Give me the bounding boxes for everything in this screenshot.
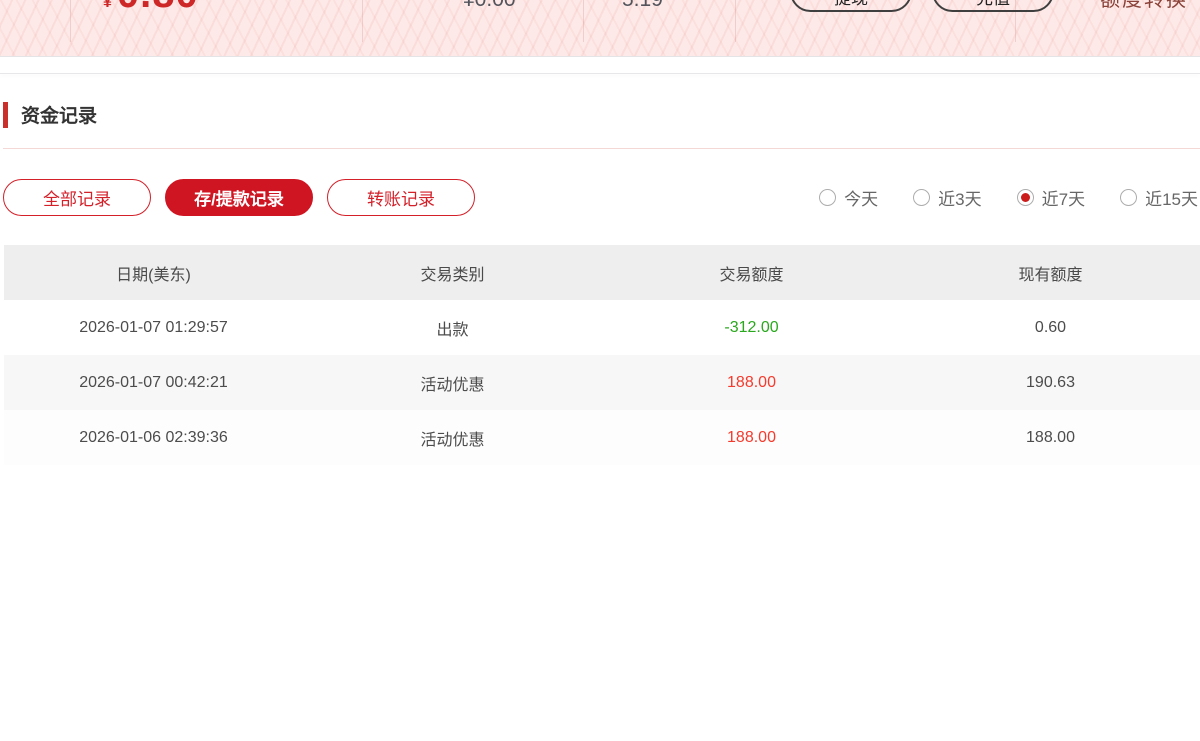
tab-transfer-records[interactable]: 转账记录 (327, 179, 475, 216)
other-balance-value: 5.19 (622, 0, 663, 10)
section-divider (3, 148, 1200, 149)
main-balance-value: 0.80 (117, 0, 199, 14)
col-header-balance: 现有额度 (901, 261, 1200, 285)
wallet-banner: ¥ 0.80 ¥0.00 5.19 提现 充值 额度转换 (0, 0, 1200, 57)
radio-today[interactable]: 今天 (819, 185, 878, 210)
cell-type: 活动优惠 (303, 371, 602, 395)
banner-divider (735, 0, 736, 42)
radio-last-3-days[interactable]: 近3天 (913, 185, 981, 210)
cell-type: 活动优惠 (303, 426, 602, 450)
page-divider (0, 73, 1200, 74)
banner-divider (362, 0, 363, 42)
table-row: 2026-01-07 00:42:21 活动优惠 188.00 190.63 (4, 355, 1200, 410)
radio-circle-icon (819, 189, 836, 206)
date-range-radios: 今天 近3天 近7天 近15天 (784, 185, 1198, 210)
tab-all-records[interactable]: 全部记录 (3, 179, 151, 216)
banner-divider (583, 0, 584, 42)
col-header-date: 日期(美东) (4, 261, 303, 285)
cell-date: 2026-01-06 02:39:36 (4, 429, 303, 447)
main-balance: ¥ 0.80 (103, 0, 199, 14)
col-header-type: 交易类别 (303, 261, 602, 285)
locked-balance-value: ¥0.00 (463, 0, 516, 10)
cell-amount: 188.00 (602, 429, 901, 447)
cell-balance: 0.60 (901, 319, 1200, 337)
deposit-button[interactable]: 充值 (932, 0, 1054, 12)
radio-circle-icon (913, 189, 930, 206)
withdraw-button[interactable]: 提现 (790, 0, 912, 12)
radio-last-7-days[interactable]: 近7天 (1017, 185, 1085, 210)
cell-balance: 190.63 (901, 374, 1200, 392)
table-header-row: 日期(美东) 交易类别 交易额度 现有额度 (4, 245, 1200, 300)
filter-row: 全部记录 存/提款记录 转账记录 今天 近3天 近7天 近15天 (3, 179, 1200, 216)
radio-circle-icon (1017, 189, 1034, 206)
tab-deposit-withdraw[interactable]: 存/提款记录 (165, 179, 313, 216)
cell-type: 出款 (303, 316, 602, 340)
cell-balance: 188.00 (901, 429, 1200, 447)
radio-label: 近3天 (938, 185, 981, 210)
banner-divider (70, 0, 71, 42)
cell-amount: 188.00 (602, 374, 901, 392)
cell-amount: -312.00 (602, 319, 901, 337)
radio-last-15-days[interactable]: 近15天 (1120, 185, 1198, 210)
col-header-amount: 交易额度 (602, 261, 901, 285)
radio-circle-icon (1120, 189, 1137, 206)
currency-symbol: ¥ (103, 0, 112, 11)
cell-date: 2026-01-07 00:42:21 (4, 374, 303, 392)
record-type-tabs: 全部记录 存/提款记录 转账记录 (3, 179, 489, 216)
section-accent-bar (3, 102, 8, 128)
cell-date: 2026-01-07 01:29:57 (4, 319, 303, 337)
radio-label: 近15天 (1145, 185, 1198, 210)
radio-label: 今天 (844, 185, 878, 210)
funds-record-table: 日期(美东) 交易类别 交易额度 现有额度 2026-01-07 01:29:5… (4, 245, 1200, 465)
quota-transfer-link[interactable]: 额度转换 (1100, 0, 1188, 10)
page-title: 资金记录 (21, 101, 97, 128)
section-header: 资金记录 (3, 101, 1200, 128)
banner-gap (0, 57, 1200, 73)
table-row: 2026-01-07 01:29:57 出款 -312.00 0.60 (4, 300, 1200, 355)
radio-label: 近7天 (1042, 185, 1085, 210)
table-row: 2026-01-06 02:39:36 活动优惠 188.00 188.00 (4, 410, 1200, 465)
funds-record-section: 资金记录 全部记录 存/提款记录 转账记录 今天 近3天 近7天 近15天 (0, 101, 1200, 465)
